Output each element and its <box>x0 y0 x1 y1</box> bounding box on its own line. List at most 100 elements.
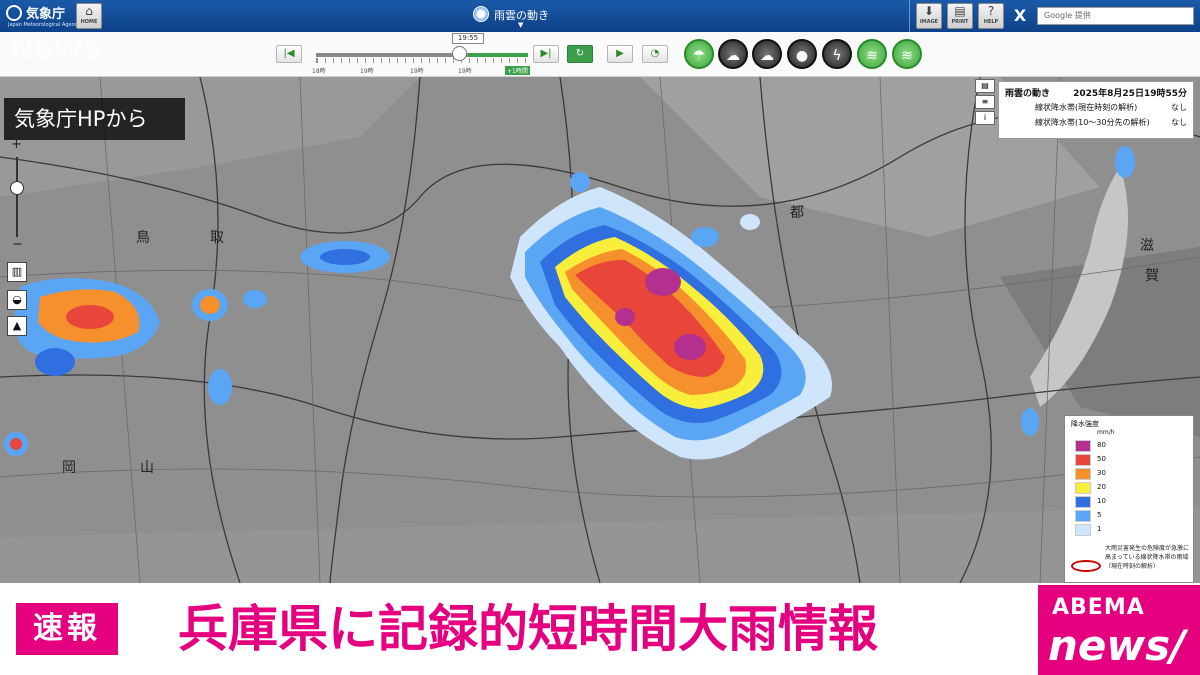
zoom-out-button[interactable]: − <box>12 237 23 252</box>
screen: 気象庁 Japan Meteorological Agency ⌂ HOME 雨… <box>0 0 1200 675</box>
map-layer-button[interactable]: ▥ <box>7 262 27 282</box>
jma-logo[interactable]: 気象庁 Japan Meteorological Agency <box>6 3 80 29</box>
skip-to-start-button[interactable]: |◀ <box>276 45 302 63</box>
animation-control-bar: |◀ 19:55 18時 19時 19時 19時 +1時間 ▶| ↻ ▶ ◔ ☂… <box>0 32 1200 77</box>
play-icon: ▶ <box>616 48 624 59</box>
rainband-forecast-layer-button[interactable]: ≋ <box>892 39 922 69</box>
image-button[interactable]: ⬇ IMAGE <box>916 3 942 29</box>
question-icon: ? <box>987 4 995 18</box>
header-divider <box>909 0 910 32</box>
legend-value: 1 <box>1097 525 1102 533</box>
info-row-label: 線状降水帯(10〜30分先の解析) <box>1035 118 1150 127</box>
legend-swatch <box>1075 454 1091 466</box>
rainband-layer-button[interactable]: ≋ <box>857 39 887 69</box>
rain-area-80mm <box>645 268 681 296</box>
legend-value: 30 <box>1097 469 1106 477</box>
latest-button[interactable]: ↻ <box>567 45 593 63</box>
place-label: 取 <box>210 230 224 246</box>
breaking-badge: 速報 <box>16 603 118 655</box>
brand-line-1: ABEMA <box>1052 595 1145 620</box>
skip-to-end-button[interactable]: ▶| <box>533 45 559 63</box>
news-ticker: 速報 兵庫県に記録的短時間大雨情報 <box>0 583 1200 675</box>
map-side-icons: ▤ ≡ i <box>975 79 997 127</box>
heavy-rain-layer-button[interactable]: ☁ <box>718 39 748 69</box>
place-label: 鳥 <box>136 230 150 246</box>
timeline-forecast-range <box>468 53 528 57</box>
play-button[interactable]: ▶ <box>607 45 633 63</box>
page-title-dropdown[interactable]: 雨雲の動き ▼ <box>470 4 590 30</box>
map-icon: ▥ <box>11 265 23 278</box>
rain-area-10mm <box>35 348 75 376</box>
legend-swatch <box>1075 482 1091 494</box>
jma-logo-icon <box>6 5 22 21</box>
legend-value: 50 <box>1097 455 1106 463</box>
rain-overlay-button[interactable]: ◒ <box>7 290 27 310</box>
speedometer-icon: ◔ <box>650 48 660 59</box>
logo-text: 気象庁 <box>26 7 66 22</box>
legend-swatch <box>1075 440 1091 452</box>
precipitation-legend: 降水強度 mm/h 80 50 30 20 10 5 1 大雨災害発生の危険度が急激に高まっ… <box>1064 415 1194 583</box>
tick-label: 19時 <box>410 68 424 75</box>
abema-news-logo: ABEMA news/ <box>1038 585 1200 675</box>
legend-unit: mm/h <box>1097 429 1115 436</box>
rain-area-50mm <box>10 438 22 450</box>
legend-swatch <box>1075 524 1091 536</box>
logo-subtext: Japan Meteorological Agency <box>8 22 81 28</box>
radar-map[interactable]: 鳥 取 都 滋 賀 岡 山 + − ▥ ◒ ▲ ▤ ≡ i 雨雲の動き 2025… <box>0 77 1200 583</box>
layers-icon[interactable]: ▤ <box>975 79 995 93</box>
info-row-value: なし <box>1171 103 1187 112</box>
legend-value: 80 <box>1097 441 1106 449</box>
info-icon[interactable]: i <box>975 111 995 125</box>
rainband-icon: ≋ <box>866 48 878 64</box>
info-header: 雨雲の動き 2025年8月25日19時55分 <box>1005 86 1187 102</box>
skip-back-icon: |◀ <box>283 48 295 59</box>
info-row: 線状降水帯(現在時刻の解析) なし <box>1005 102 1187 117</box>
rain-area-5mm <box>1021 408 1039 436</box>
print-button[interactable]: ▤ PRINT <box>947 3 973 29</box>
rain-drop-layer-button[interactable]: ● <box>787 39 817 69</box>
rain-cloud-icon: ☂ <box>692 48 706 64</box>
rain-area-5mm <box>570 172 590 192</box>
current-time-label: 19:55 <box>452 33 484 44</box>
cloud-rain-icon: ☁ <box>726 48 740 64</box>
timeline-slider[interactable] <box>316 53 528 57</box>
timeline-ticks <box>316 58 528 63</box>
google-search-input[interactable]: Google 提供 <box>1037 7 1194 25</box>
legend-value: 5 <box>1097 511 1102 519</box>
place-label: 岡 <box>62 460 76 476</box>
help-button[interactable]: ? HELP <box>978 3 1004 29</box>
rain-area-10mm <box>320 249 370 265</box>
rain-area-30mm <box>200 296 220 314</box>
printer-icon: ▤ <box>954 4 966 18</box>
skip-forward-icon: ▶| <box>540 48 552 59</box>
source-caption: 気象庁HPから <box>4 98 185 140</box>
place-label: 山 <box>140 460 154 476</box>
tick-label: 18時 <box>312 68 326 75</box>
zoom-slider-handle[interactable] <box>10 181 24 195</box>
rainband-forecast-icon: ≋ <box>901 48 913 64</box>
rain-area-5mm <box>1115 146 1135 178</box>
rain-layer-button[interactable]: ☂ <box>684 39 714 69</box>
place-label: 賀 <box>1145 268 1159 284</box>
lightning-icon: ϟ <box>832 48 842 64</box>
chevron-down-icon: ▼ <box>518 21 524 29</box>
zoom-control: + − <box>7 137 27 262</box>
home-button[interactable]: ⌂ HOME <box>76 3 102 29</box>
x-share-icon[interactable]: X <box>1009 5 1031 27</box>
terrain-button[interactable]: ▲ <box>7 316 27 336</box>
info-row: 線状降水帯(10〜30分先の解析) なし <box>1005 117 1187 132</box>
thunder-cloud-layer-button[interactable]: ☁ <box>752 39 782 69</box>
rain-cloud-icon <box>473 6 489 22</box>
status-info-box: 雨雲の動き 2025年8月25日19時55分 線状降水帯(現在時刻の解析) なし… <box>998 81 1194 139</box>
forecast-range-label: +1時間 <box>505 66 530 75</box>
info-datetime: 2025年8月25日19時55分 <box>1073 89 1187 99</box>
radar-map-canvas <box>0 77 1200 583</box>
menu-icon[interactable]: ≡ <box>975 95 995 109</box>
speed-button[interactable]: ◔ <box>642 45 668 63</box>
legend-note: 大雨災害発生の危険度が急激に高まっている線状降水帯の雨域（現在時刻の解析） <box>1105 545 1190 570</box>
lightning-layer-button[interactable]: ϟ <box>822 39 852 69</box>
legend-value: 10 <box>1097 497 1106 505</box>
rain-area-80mm <box>674 334 706 360</box>
tick-label: 19時 <box>360 68 374 75</box>
home-icon: ⌂ <box>85 4 93 18</box>
